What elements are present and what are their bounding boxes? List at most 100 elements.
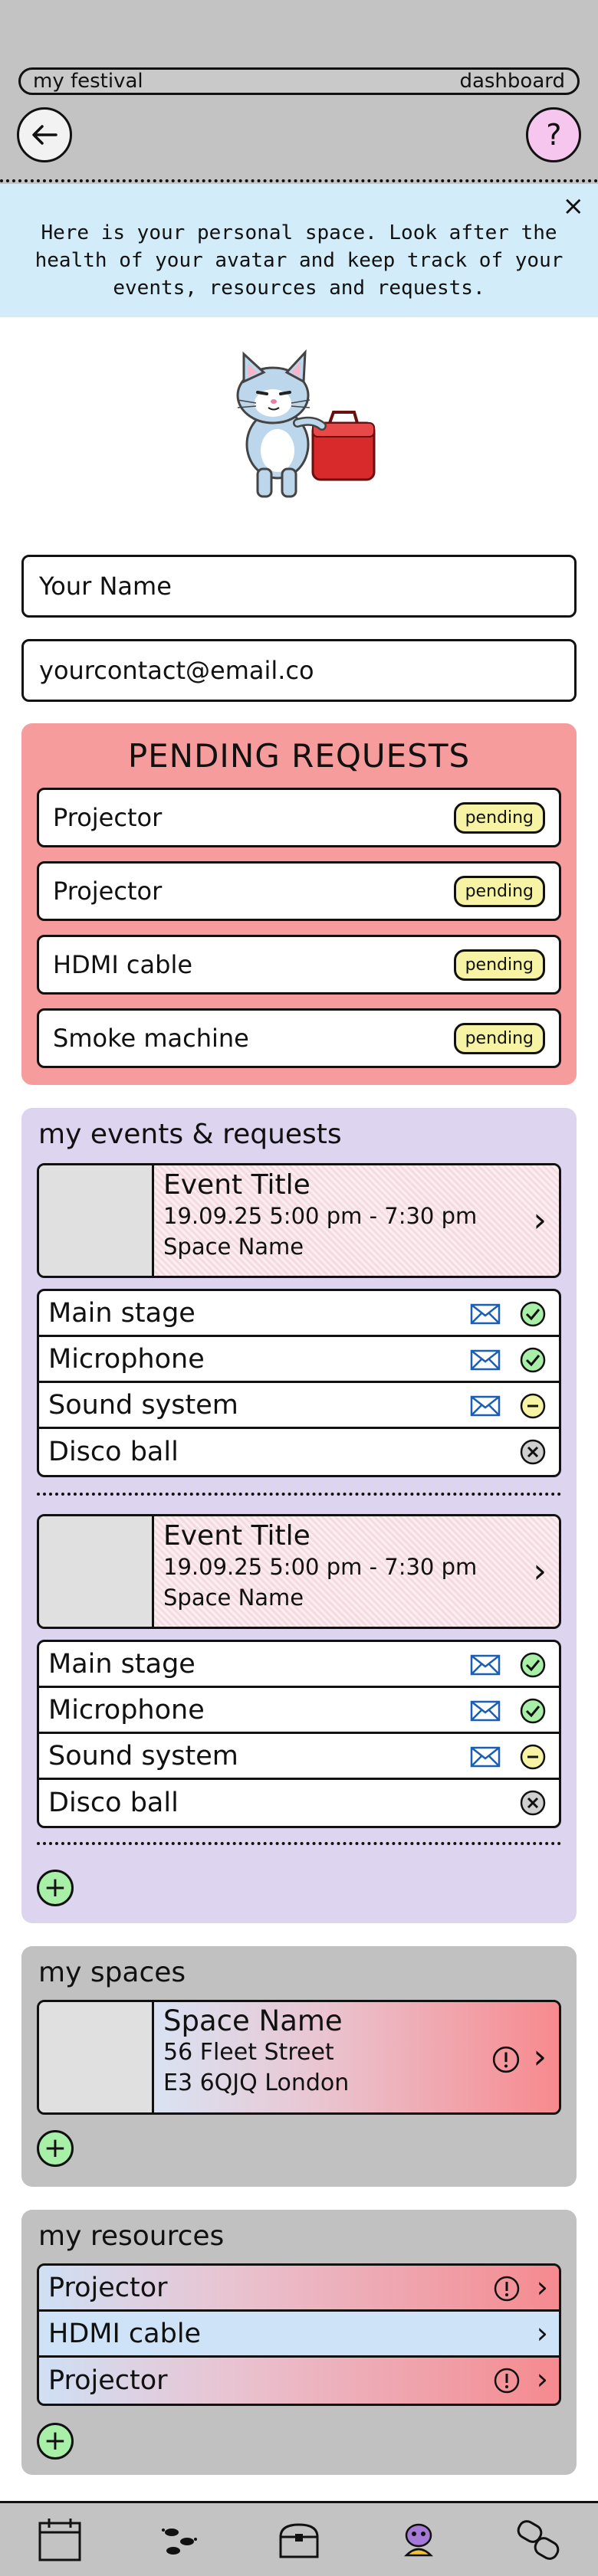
page-label: dashboard [459,70,565,93]
chevron-right-icon: › [533,2037,547,2076]
nav-games[interactable] [514,2515,563,2565]
request-row[interactable]: Main stage [39,1642,559,1688]
request-row[interactable]: Microphone [39,1337,559,1383]
pending-request-item[interactable]: HDMI cable pending [37,935,561,995]
help-label: ? [544,118,563,152]
mail-icon[interactable] [470,1395,501,1417]
pending-circle-icon [520,1744,546,1770]
event-requests-table: Main stage Microphone Sound system Disco… [37,1289,561,1477]
space-card[interactable]: Space Name 56 Fleet Street E3 6QJQ Londo… [37,2000,561,2115]
email-value: yourcontact@email.co [39,656,314,685]
resources-section: my resources Projector › HDMI cable › Pr… [21,2210,577,2475]
event-space: Space Name [163,1234,304,1260]
request-name: Sound system [48,1389,238,1421]
check-circle-icon [520,1698,546,1724]
mail-icon[interactable] [470,1746,501,1768]
chevron-right-icon: › [536,2362,548,2396]
pending-request-item[interactable]: Projector pending [37,861,561,921]
footprints-icon [162,2528,197,2555]
events-section-title: my events & requests [38,1119,342,1150]
request-row[interactable]: Microphone [39,1688,559,1734]
resources-table: Projector › HDMI cable › Projector › [37,2263,561,2406]
event-title: Event Title [163,1169,310,1201]
resource-name: HDMI cable [48,2318,202,2349]
spaces-section-title: my spaces [38,1957,186,1988]
pending-item-name: Smoke machine [53,1024,249,1053]
pending-request-item[interactable]: Projector pending [37,788,561,847]
status-badge: pending [453,801,545,834]
header-divider [0,179,598,182]
request-row[interactable]: Disco ball [39,1780,559,1826]
request-name: Sound system [48,1740,238,1771]
alert-icon [494,2368,520,2394]
pending-item-name: Projector [53,877,163,906]
mail-icon[interactable] [470,1700,501,1722]
event-space: Space Name [163,1585,304,1611]
bottom-nav [0,2501,598,2576]
event-time: 19.09.25 5:00 pm - 7:30 pm [163,1554,478,1580]
pending-request-item[interactable]: Smoke machine pending [37,1008,561,1068]
request-name: Microphone [48,1694,205,1726]
name-field[interactable]: Your Name [21,555,577,618]
nav-footprints[interactable] [155,2515,204,2565]
chevron-right-icon: › [533,1201,547,1240]
space-name: Space Name [163,2004,343,2037]
help-button[interactable]: ? [526,107,581,162]
resources-section-title: my resources [38,2220,225,2252]
mail-icon[interactable] [470,1654,501,1676]
pending-requests-panel: PENDING REQUESTS Projector pending Proje… [21,723,577,1085]
request-row[interactable]: Sound system [39,1734,559,1780]
mail-icon[interactable] [470,1349,501,1371]
nav-treasure[interactable] [274,2515,324,2565]
add-space-button[interactable]: + [37,2130,74,2167]
pending-circle-icon [520,1393,546,1419]
declined-circle-icon [520,1790,546,1816]
check-circle-icon [520,1347,546,1373]
header: my festival dashboard ? [0,0,598,182]
resource-row[interactable]: Projector › [39,2358,559,2404]
alert-icon [494,2276,520,2302]
pending-item-name: HDMI cable [53,950,193,979]
event-details: Event Title 19.09.25 5:00 pm - 7:30 pm S… [154,1165,559,1276]
cat-avatar-icon[interactable] [207,337,391,521]
event-thumbnail [39,1165,154,1276]
request-row[interactable]: Main stage [39,1291,559,1337]
status-badge: pending [453,949,545,981]
events-section: my events & requests Event Title 19.09.2… [21,1108,577,1923]
chevron-right-icon: › [536,2270,548,2304]
event-details: Event Title 19.09.25 5:00 pm - 7:30 pm S… [154,1516,559,1627]
request-row[interactable]: Sound system [39,1383,559,1429]
gamepad-icon [517,2519,560,2560]
resource-name: Projector [48,2272,168,2303]
pending-requests-title: PENDING REQUESTS [127,737,471,775]
check-circle-icon [520,1301,546,1327]
add-resource-button[interactable]: + [37,2423,74,2460]
close-banner-button[interactable]: × [563,193,585,219]
nav-calendar[interactable] [35,2515,84,2565]
nav-avatar[interactable] [394,2515,443,2565]
event-card[interactable]: Event Title 19.09.25 5:00 pm - 7:30 pm S… [37,1514,561,1629]
space-thumbnail [39,2002,154,2112]
resource-row[interactable]: HDMI cable › [39,2312,559,2358]
event-requests-table: Main stage Microphone Sound system Disco… [37,1640,561,1828]
event-time: 19.09.25 5:00 pm - 7:30 pm [163,1203,478,1229]
avatar-icon [403,2523,434,2556]
request-name: Main stage [48,1648,196,1680]
event-divider [37,1493,561,1496]
email-field[interactable]: yourcontact@email.co [21,639,577,702]
event-thumbnail [39,1516,154,1627]
arrow-left-icon [32,125,58,145]
chevron-right-icon: › [533,1552,547,1591]
resource-name: Projector [48,2365,168,2396]
alert-icon [492,2046,520,2073]
info-banner: × Here is your personal space. Look afte… [0,184,598,317]
add-event-button[interactable]: + [37,1870,74,1906]
back-button[interactable] [17,107,72,162]
status-badge: pending [453,1022,545,1054]
event-card[interactable]: Event Title 19.09.25 5:00 pm - 7:30 pm S… [37,1163,561,1278]
request-name: Disco ball [48,1788,179,1818]
resource-row[interactable]: Projector › [39,2266,559,2312]
mail-icon[interactable] [470,1303,501,1325]
request-row[interactable]: Disco ball [39,1429,559,1475]
request-name: Microphone [48,1343,205,1375]
